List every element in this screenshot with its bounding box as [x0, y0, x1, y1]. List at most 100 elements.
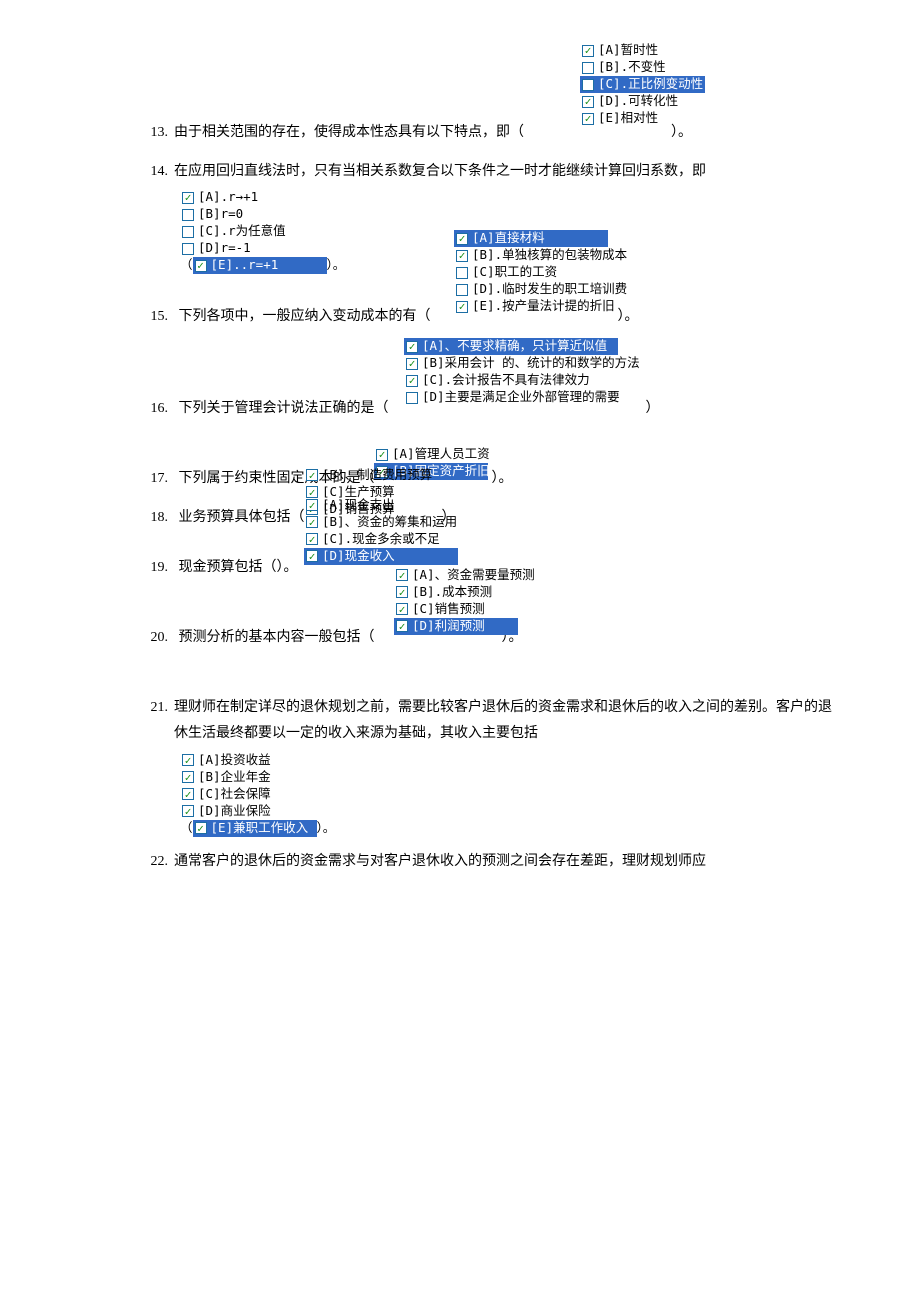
option-b[interactable]: [B]企业年金: [180, 769, 840, 786]
option-b[interactable]: [B]r=0: [180, 206, 840, 223]
checkbox-icon: [182, 805, 194, 817]
options-group: [A]现金支出 [B]、资金的筹集和运用 [C].现金多余或不足 [D]现金收入: [304, 497, 459, 565]
option-c[interactable]: [C]社会保障: [180, 786, 840, 803]
option-b[interactable]: [B].单独核算的包装物成本: [454, 247, 629, 264]
question-number: 14.: [140, 159, 174, 186]
checkbox-icon: [182, 788, 194, 800]
option-a[interactable]: [A]、资金需要量预测: [394, 567, 537, 584]
question-post: ）。: [327, 257, 346, 274]
checkbox-icon: [306, 533, 318, 545]
open-paren: （: [180, 257, 193, 274]
option-d[interactable]: [D]商业保险: [180, 803, 840, 820]
question-text: [A]管理人员工资 [B]固定资产折旧 下列属于约束性固定成本的是（ ）。: [174, 466, 840, 493]
question-number: 17.: [140, 466, 174, 493]
checkbox-icon: [406, 375, 418, 387]
checkbox-icon: [182, 771, 194, 783]
option-c[interactable]: [C].现金多余或不足: [304, 531, 459, 548]
option-c[interactable]: [C].会计报告不具有法律效力: [404, 372, 642, 389]
option-d[interactable]: [D]主要是满足企业外部管理的需要: [404, 389, 642, 406]
options-group: [A]、资金需要量预测 [B].成本预测 [C]销售预测 [D]利润预测: [394, 567, 537, 635]
question-post: ）。: [492, 471, 513, 486]
checkbox-icon: [182, 192, 194, 204]
option-d[interactable]: [D]现金收入: [304, 548, 458, 565]
checkbox-icon: [582, 62, 594, 74]
checkbox-icon: [396, 603, 408, 615]
checkbox-icon: [396, 586, 408, 598]
option-a[interactable]: [A]投资收益: [180, 752, 840, 769]
question-post: ）。: [317, 820, 336, 837]
option-e[interactable]: [E]..r=+1: [193, 257, 327, 274]
checkbox-icon: [456, 284, 468, 296]
question-text: [A]、资金需要量预测 [B].成本预测 [C]销售预测 [D]利润预测 预测分…: [174, 625, 840, 683]
document-page: 13. 由于相关范围的存在，使得成本性态具有以下特点，即（ [A]暂时性 [B]…: [0, 0, 920, 948]
question-pre: 业务预算具体包括（: [179, 510, 305, 525]
checkbox-icon: [195, 822, 207, 834]
option-b[interactable]: [B]采用会计 的、统计的和数学的方法: [404, 355, 642, 372]
option-b[interactable]: [B].不变性: [580, 59, 705, 76]
options-group: [A]直接材料 [B].单独核算的包装物成本 [C]职工的工资 [D].临时发生…: [454, 230, 629, 315]
question-text: [A]、不要求精确，只计算近似值 [B]采用会计 的、统计的和数学的方法 [C]…: [174, 396, 840, 454]
option-c[interactable]: [C].正比例变动性: [580, 76, 705, 93]
option-b[interactable]: [B].成本预测: [394, 584, 537, 601]
option-a[interactable]: [A]直接材料: [454, 230, 608, 247]
option-c[interactable]: [C]销售预测: [394, 601, 537, 618]
question-text: 理财师在制定详尽的退休规划之前，需要比较客户退休后的资金需求和退休后的收入之间的…: [174, 695, 840, 748]
checkbox-icon: [406, 358, 418, 370]
checkbox-icon: [182, 754, 194, 766]
question-number: 21.: [140, 695, 174, 722]
options-group: [A]、不要求精确，只计算近似值 [B]采用会计 的、统计的和数学的方法 [C]…: [404, 338, 642, 406]
option-a[interactable]: [A].r→+1: [180, 189, 840, 206]
option-e[interactable]: [E]兼职工作收入: [193, 820, 317, 837]
checkbox-icon: [306, 550, 318, 562]
checkbox-icon: [376, 449, 388, 461]
question-text: [B]、制造费用预算 [C]生产预算 [D]销售预算 业务预算具体包括（ ）: [174, 505, 840, 543]
checkbox-icon: [582, 79, 594, 91]
option-d[interactable]: [D]利润预测: [394, 618, 518, 635]
option-c[interactable]: [C]职工的工资: [454, 264, 629, 281]
checkbox-icon: [406, 392, 418, 404]
question-number: 13.: [140, 120, 174, 147]
option-a[interactable]: [A]暂时性: [580, 42, 705, 59]
checkbox-icon: [182, 226, 194, 238]
checkbox-icon: [396, 569, 408, 581]
checkbox-icon: [182, 243, 194, 255]
checkbox-icon: [306, 499, 318, 511]
option-d[interactable]: [D].可转化性: [580, 93, 705, 110]
open-paren: （: [180, 820, 193, 837]
checkbox-icon: [456, 233, 468, 245]
question-pre: 现金预算包括（）。: [179, 560, 298, 575]
question-pre: 预测分析的基本内容一般包括（: [179, 630, 375, 645]
checkbox-icon: [306, 516, 318, 528]
question-number: 18.: [140, 505, 174, 532]
checkbox-icon: [456, 250, 468, 262]
checkbox-icon: [456, 267, 468, 279]
question-text: 在应用回归直线法时，只有当相关系数复合以下条件之一时才能继续计算回归系数，即: [174, 159, 840, 186]
question-text: 由于相关范围的存在，使得成本性态具有以下特点，即（ [A]暂时性 [B].不变性…: [174, 120, 840, 147]
question-22: 22. 通常客户的退休后的资金需求与对客户退休收入的预测之间会存在差距，理财规划…: [140, 849, 840, 876]
question-pre: 由于相关范围的存在，使得成本性态具有以下特点，即（: [174, 125, 524, 140]
question-post: ）。: [671, 125, 692, 140]
option-a[interactable]: [A]管理人员工资: [374, 446, 492, 463]
question-21: 21. 理财师在制定详尽的退休规划之前，需要比较客户退休后的资金需求和退休后的收…: [140, 695, 840, 837]
option-d[interactable]: [D].临时发生的职工培训费: [454, 281, 629, 298]
option-e[interactable]: [E]相对性: [580, 110, 705, 127]
option-e[interactable]: [E].按产量法计提的折旧: [454, 298, 629, 315]
checkbox-icon: [456, 301, 468, 313]
checkbox-icon: [182, 209, 194, 221]
option-b[interactable]: [B]、制造费用预算: [304, 467, 434, 484]
question-text: 通常客户的退休后的资金需求与对客户退休收入的预测之间会存在差距，理财规划师应: [174, 849, 840, 876]
question-18: 18. [B]、制造费用预算 [C]生产预算 [D]销售预算 业务预算具体包括（…: [140, 505, 840, 543]
question-number: 15.: [140, 304, 174, 331]
question-number: 20.: [140, 625, 174, 652]
checkbox-icon: [396, 620, 408, 632]
question-20: 20. [A]、资金需要量预测 [B].成本预测 [C]销售预测 [D]利润预测…: [140, 625, 840, 683]
question-17: 17. [A]管理人员工资 [B]固定资产折旧 下列属于约束性固定成本的是（ ）…: [140, 466, 840, 493]
question-13: 13. 由于相关范围的存在，使得成本性态具有以下特点，即（ [A]暂时性 [B]…: [140, 120, 840, 147]
checkbox-icon: [406, 341, 418, 353]
option-a[interactable]: [A]、不要求精确，只计算近似值: [404, 338, 618, 355]
options-group: [A]暂时性 [B].不变性 [C].正比例变动性 [D].可转化性 [E]相对…: [580, 42, 705, 127]
question-number: 22.: [140, 849, 174, 876]
checkbox-icon: [582, 45, 594, 57]
option-b[interactable]: [B]、资金的筹集和运用: [304, 514, 459, 531]
option-a[interactable]: [A]现金支出: [304, 497, 459, 514]
